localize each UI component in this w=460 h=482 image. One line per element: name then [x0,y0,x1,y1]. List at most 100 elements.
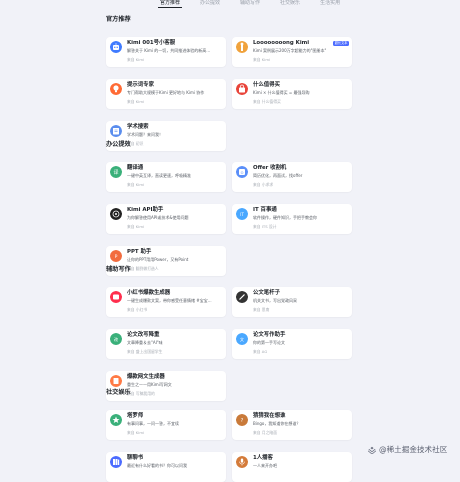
agent-description: 一人来开办吧 [253,463,277,468]
agent-description: 最近有什么好看的书？你可以问我 [127,463,187,468]
agent-card[interactable]: 小红书爆款生成器 一键生成爆款文案，带你感受任意情绪 #宝宝… 来自 小红书 [106,287,226,317]
svg-text:?: ? [241,418,244,424]
agent-card[interactable]: 1人播客一人来开办吧 [232,452,352,482]
podcast-icon [236,456,248,468]
agent-card[interactable]: Loooooooong Kimi Kimi 案例展示200万字超能力的"图册本" 来… [232,37,352,67]
giraffe-icon [236,41,248,53]
agent-card[interactable]: Kimi API助手为你解答使用API或技术&使用问题 来自 Kimi [106,204,226,234]
novel-icon [110,375,122,387]
agent-description: 让你的PPT用用Power，又有Point [127,257,189,262]
pen-icon [236,291,248,303]
agent-name: PPT 助手 [127,249,152,255]
agent-description: 文章降重＆去"AI"味 [127,340,163,345]
agent-card[interactable]: ? 猜猜我在想谁 Bingo，我知道你在想谁？ 来自 月之暗面 [232,410,352,440]
agent-card[interactable]: 改论文改写降重 文章降重＆去"AI"味 来自 盛上出国留学生 [106,329,226,359]
agent-name: 翻译通 [127,165,144,171]
api-icon [110,208,122,220]
agent-description: 软件操作，硬件知识，手把手教会你 [253,215,317,220]
agent-source: 来自 Kimi [127,99,145,104]
agent-name: 1人播客 [253,455,273,461]
agent-source: 来自 小求求 [253,182,274,187]
agent-name: Kimi 001号小客服 [127,40,176,46]
category-tabs: 官方推荐 办公提效 辅助写作 社交娱乐 生活实用 [158,0,358,8]
tab-social[interactable]: 社交娱乐 [278,0,302,8]
agent-card[interactable]: O Offer 收割机简历优化，再面试，找offer 来自 小求求 [232,162,352,192]
agent-source: 来自 小红书 [127,307,148,312]
svg-text:O: O [241,171,244,175]
tab-life[interactable]: 生活实用 [318,0,342,8]
agent-card[interactable]: Kimi 001号小客服解答关于 Kimi 的一切，共同推进体验的新高… 来自 K… [106,37,226,67]
svg-text:IT: IT [240,212,244,217]
agent-description: 为你解答使用API或技术&使用问题 [127,215,189,220]
agent-card[interactable]: 译 翻译通一键中英互译，直读更速，呼吸精准 来自 Kimi [106,162,226,192]
agent-name: Offer 收割机 [253,165,287,171]
agent-source: 来自 ITS 设计 [253,224,277,229]
it-icon: IT [236,208,248,220]
svg-text:P: P [115,254,118,260]
agent-source: 来自 Kimi [253,57,271,62]
feature-badge: 超长文本 [333,41,349,46]
agent-source: 来自 什么值得买 [253,99,281,104]
agent-source: 来自 思南 [253,307,270,312]
agent-name: 提示词专家 [127,82,154,88]
offer-icon: O [236,166,248,178]
agent-card[interactable]: 什么值得买 Kimi × 什么值得买 = 最强导购 来自 什么值得买 [232,79,352,109]
watermark-text: @稀土掘金技术社区 [379,445,448,454]
agent-source: 来自 月之暗面 [253,430,277,435]
agent-name: 聊聊书 [127,455,144,461]
section-title: 辅助写作 [106,266,131,273]
translate-icon: 译 [110,166,122,178]
agent-description: 有事问事，一问一答，不宜续 [127,421,179,426]
guess-icon: ? [236,414,248,426]
section-title: 办公提效 [106,141,131,148]
rewrite-icon: 改 [110,333,122,345]
section-title: 官方推荐 [106,16,131,23]
tab-official[interactable]: 官方推荐 [158,0,183,8]
tarot-icon [110,414,122,426]
agent-description: 一键中英互译，直读更速，呼吸精准 [127,173,191,178]
tab-office[interactable]: 办公提效 [198,0,222,8]
agent-card[interactable]: 塔罗师 有事问事，一问一答，不宜续 来自 Kimi [106,410,226,440]
agent-card[interactable]: IT IT 百事通软件操作，硬件知识，手把手教会你 来自 ITS 设计 [232,204,352,234]
agent-description: 重生之——用Kimi写网文 [127,382,172,387]
agent-name: 公文笔杆子 [253,290,280,296]
agent-source: 来自 盛上出国留学生 [127,349,163,354]
agent-source: 来自 翻到做打造人 [127,266,159,271]
tab-writing[interactable]: 辅助写作 [238,0,262,8]
agent-name: IT 百事通 [253,207,277,213]
agent-name: 什么值得买 [253,82,280,88]
agent-description: 简历优化，再面试，找offer [253,173,303,178]
agent-card[interactable]: 文论文写作助手 你的第一手写论文 来自 AG [232,329,352,359]
agent-description: 解答关于 Kimi 的一切，共同推进体验的新高… [127,48,211,53]
agent-description: Kimi 案例展示200万字超能力的"图册本" [253,48,327,53]
books-icon [110,456,122,468]
agent-name: 猜猜我在想谁 [253,413,286,419]
agent-card[interactable]: 公文笔杆子 机关文书，写出党政风采 来自 思南 [232,287,352,317]
agent-name: 论文改写降重 [127,332,160,338]
agent-source: 来自 Kimi [127,57,145,62]
agent-name: Kimi API助手 [127,207,164,213]
agent-description: 专门帮助大规模于Kimi 更好地与 Kimi 协作 [127,90,205,95]
agent-name: Loooooooong Kimi [253,40,310,46]
agent-description: 一键生成爆款文案，带你感受任意情绪 #宝宝… [127,298,212,303]
agent-name: 学术搜索 [127,124,149,130]
agent-source: 来自 AG [253,349,268,354]
book-icon [110,125,122,137]
robot-icon [110,41,122,53]
agent-description: Bingo，我知道你在想谁？ [253,421,301,426]
shopping-icon [236,83,248,95]
agent-description: Kimi × 什么值得买 = 最强导购 [253,90,310,95]
ppt-icon: P [110,250,122,262]
agent-name: 爆款网文生成器 [127,374,165,380]
agent-source: 来自 Kimi [127,430,145,435]
lightbulb-icon [110,83,122,95]
agent-source: 来自 Kimi [127,182,145,187]
agent-card[interactable]: 聊聊书最近有什么好看的书？你可以问我 [106,452,226,482]
svg-text:译: 译 [113,169,118,176]
agent-source: 来自 写稿我用的 [127,391,155,396]
agent-description: 学术问题？来问我！ [127,132,163,137]
essay-icon: 文 [236,333,248,345]
agent-source: 来自 Kimi [127,224,145,229]
agent-description: 你的第一手写论文 [253,340,285,345]
agent-card[interactable]: 提示词专家专门帮助大规模于Kimi 更好地与 Kimi 协作 来自 Kimi [106,79,226,109]
